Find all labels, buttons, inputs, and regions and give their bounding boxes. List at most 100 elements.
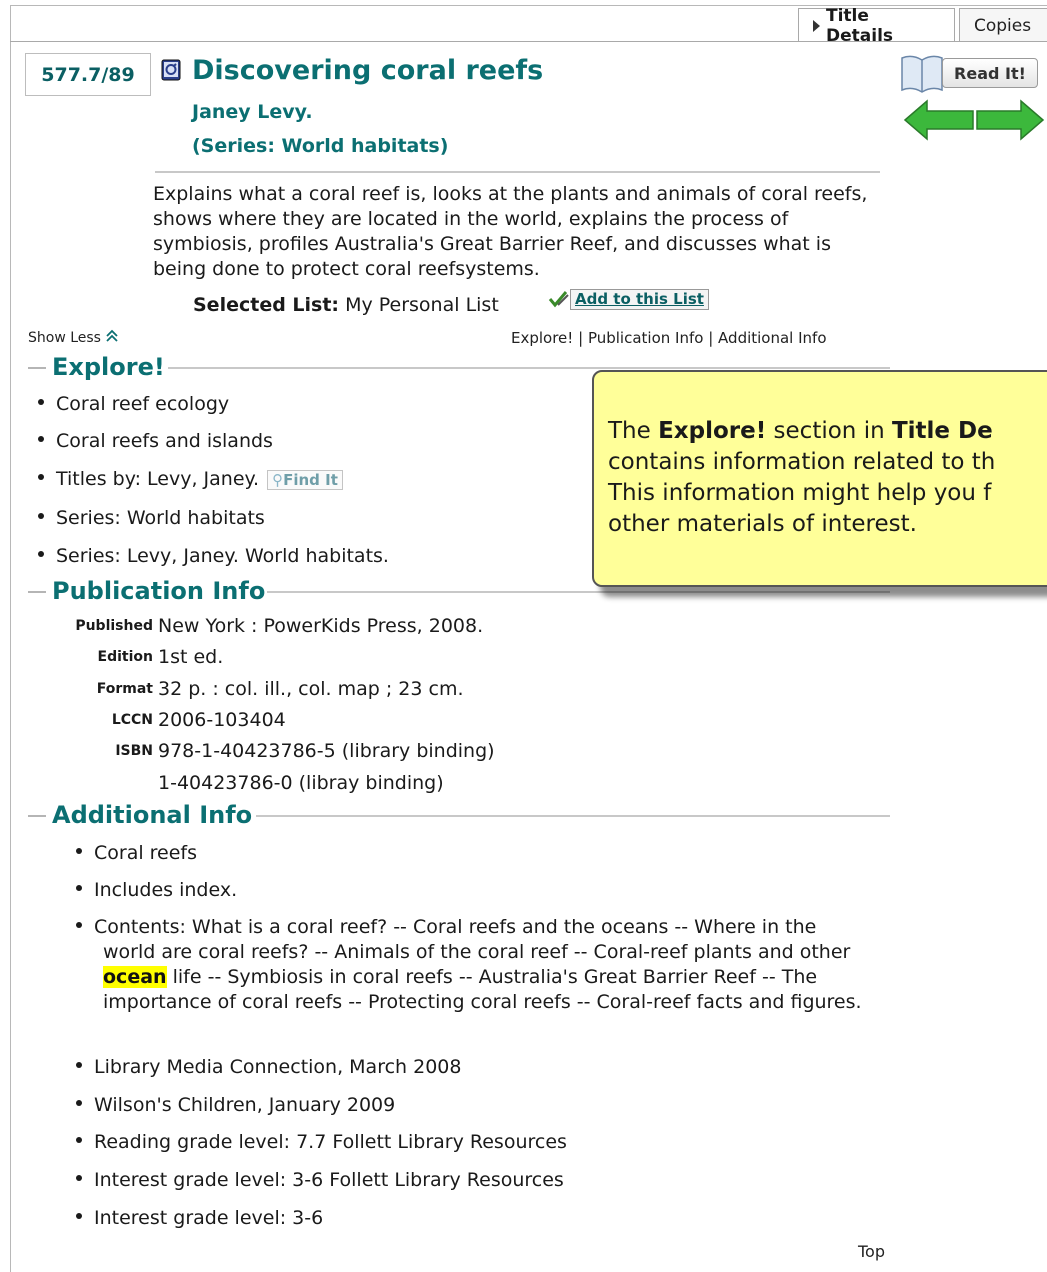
search-highlight: ocean xyxy=(103,966,167,988)
bullet xyxy=(76,884,82,891)
record-title[interactable]: Discovering coral reefs xyxy=(192,55,543,86)
tooltip-line-4: other materials of interest. xyxy=(608,511,917,537)
pub-value-published: New York : PowerKids Press, 2008. xyxy=(158,615,484,637)
show-less-link[interactable]: Show Less xyxy=(28,329,119,346)
record-author[interactable]: Janey Levy. xyxy=(192,101,313,123)
list-item-label: Wilson's Children, January 2009 xyxy=(94,1094,396,1116)
list-item[interactable]: Coral reefs and islands xyxy=(38,430,273,452)
pub-value-edition: 1st ed. xyxy=(158,646,224,668)
heading-rule xyxy=(256,815,890,817)
tab-title-details-label: Title Details xyxy=(826,5,894,46)
heading-dash xyxy=(28,591,46,593)
link-separator: | xyxy=(578,329,584,347)
double-chevron-up-icon xyxy=(106,329,119,342)
record-summary: Explains what a coral reef is, looks at … xyxy=(153,183,868,280)
pub-key-format: Format xyxy=(66,678,153,702)
list-item: Interest grade level: 3-6 Follett Librar… xyxy=(76,1168,866,1193)
list-item: Includes index. xyxy=(76,878,866,903)
explore-heading-label: Explore! xyxy=(52,353,167,381)
list-item-label: Includes index. xyxy=(94,879,238,901)
bullet xyxy=(76,1174,82,1181)
link-additional-info[interactable]: Additional Info xyxy=(718,329,826,347)
tooltip-line-1: The Explore! section in Title De xyxy=(608,416,1047,447)
checkmark-pencil-icon xyxy=(548,291,569,308)
list-item-label: Titles by: Levy, Janey. xyxy=(56,468,260,490)
tooltip-line-2: contains information related to th xyxy=(608,449,996,475)
show-less-label: Show Less xyxy=(28,330,101,346)
pub-value-isbn: 978-1-40423786-5 (library binding) xyxy=(158,740,495,762)
list-item: Interest grade level: 3-6 xyxy=(76,1206,866,1231)
tab-copies-label: Copies xyxy=(974,15,1032,36)
selected-list: Selected List: My Personal List xyxy=(193,294,499,316)
tab-title-details[interactable]: Title Details xyxy=(798,6,955,46)
list-item: Wilson's Children, January 2009 xyxy=(76,1093,866,1118)
link-separator: | xyxy=(708,329,714,347)
previous-arrow-icon[interactable] xyxy=(903,99,974,141)
pub-key-published: Published xyxy=(66,615,153,639)
list-item-label: Coral reefs xyxy=(94,842,198,864)
tooltip-bold: Explore! xyxy=(658,418,767,444)
list-item-label: Coral reef ecology xyxy=(56,393,230,415)
additional-heading-label: Additional Info xyxy=(52,801,255,829)
bullet xyxy=(38,512,44,519)
list-item: Library Media Connection, March 2008 xyxy=(76,1055,866,1080)
pub-key: ISBN xyxy=(115,743,153,759)
pub-key: LCCN xyxy=(111,712,153,728)
section-links: Explore! | Publication Info | Additional… xyxy=(511,329,827,347)
bullet xyxy=(76,1136,82,1143)
tooltip-text: section in xyxy=(773,418,885,444)
list-item-label: Series: World habitats xyxy=(56,507,265,529)
list-item-label: Reading grade level: 7.7 Follett Library… xyxy=(94,1131,567,1153)
pub-key-lccn: LCCN xyxy=(66,709,153,733)
list-item-contents: Contents: What is a coral reef? -- Coral… xyxy=(76,915,866,1015)
add-to-list-label: Add to this List xyxy=(570,288,709,310)
bullet xyxy=(76,1212,82,1219)
selected-list-label: Selected List: xyxy=(193,294,340,316)
bullet xyxy=(76,847,82,854)
open-book-icon xyxy=(901,55,943,93)
pub-key: Format xyxy=(96,681,153,697)
link-publication-info[interactable]: Publication Info xyxy=(588,329,703,347)
pub-value-format: 32 p. : col. ill., col. map ; 23 cm. xyxy=(158,678,464,700)
bullet xyxy=(38,435,44,442)
pub-key: Edition xyxy=(97,649,153,665)
bullet xyxy=(38,398,44,405)
list-item[interactable]: Coral reef ecology xyxy=(38,393,229,415)
tooltip-line-3: This information might help you f xyxy=(608,480,992,506)
call-number: 577.7/89 xyxy=(25,53,151,96)
record-series[interactable]: (Series: World habitats) xyxy=(192,135,448,157)
tab-copies[interactable]: Copies xyxy=(959,8,1047,42)
find-it-button[interactable]: ⚲Find It xyxy=(267,469,343,490)
tab-divider xyxy=(10,41,1047,42)
list-item[interactable]: Titles by: Levy, Janey. ⚲Find It xyxy=(38,468,343,490)
list-item[interactable]: Series: Levy, Janey. World habitats. xyxy=(38,545,389,567)
add-to-list-button[interactable]: Add to this List xyxy=(548,288,709,310)
record-navigation xyxy=(903,99,1045,141)
bullet xyxy=(76,1099,82,1106)
bullet xyxy=(38,473,44,480)
book-format-icon xyxy=(161,59,181,81)
link-explore[interactable]: Explore! xyxy=(511,329,573,347)
list-item[interactable]: Series: World habitats xyxy=(38,507,265,529)
pub-value-isbn-2: 1-40423786-0 (libray binding) xyxy=(158,772,444,794)
read-it-label: Read It! xyxy=(942,58,1038,88)
selected-list-value: My Personal List xyxy=(345,294,499,316)
heading-rule xyxy=(168,367,890,369)
list-item: Reading grade level: 7.7 Follett Library… xyxy=(76,1130,866,1155)
heading-rule xyxy=(266,591,890,593)
next-arrow-icon[interactable] xyxy=(976,99,1045,141)
bullet xyxy=(76,921,82,928)
bullet xyxy=(38,550,44,557)
contents-text-after: life -- Symbiosis in coral reefs -- Aust… xyxy=(103,966,862,1013)
read-it-button[interactable]: Read It! xyxy=(900,52,1045,94)
top-link[interactable]: Top xyxy=(858,1242,885,1261)
help-tooltip: The Explore! section in Title De contain… xyxy=(592,370,1047,587)
find-it-label: Find It xyxy=(283,470,338,489)
pub-key-edition: Edition xyxy=(66,646,153,670)
heading-dash xyxy=(28,367,46,369)
list-item-label: Coral reefs and islands xyxy=(56,430,273,452)
pub-key-isbn: ISBN xyxy=(66,740,153,764)
publication-heading-label: Publication Info xyxy=(52,577,268,605)
list-item-label: Series: Levy, Janey. World habitats. xyxy=(56,545,389,567)
list-item-label: Interest grade level: 3-6 Follett Librar… xyxy=(94,1169,564,1191)
